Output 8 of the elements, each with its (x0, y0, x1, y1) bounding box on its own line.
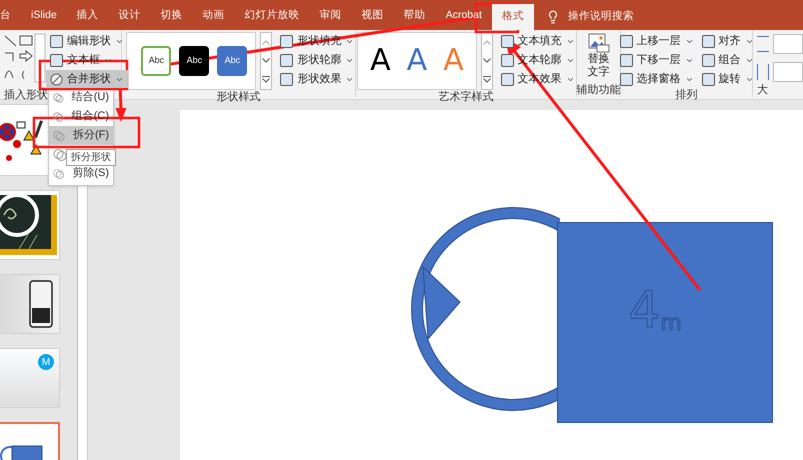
group-label: 插入形状 (4, 88, 48, 102)
group-label: 艺术字样式 (438, 90, 494, 104)
avatar-badge: M (38, 354, 54, 370)
tooltip: 拆分形状 (66, 149, 116, 166)
group-label: 形状样式 (216, 90, 260, 104)
group-label: 大 (757, 83, 768, 97)
group-label: 辅助功能 (576, 83, 620, 97)
group-label: 排列 (676, 88, 698, 102)
